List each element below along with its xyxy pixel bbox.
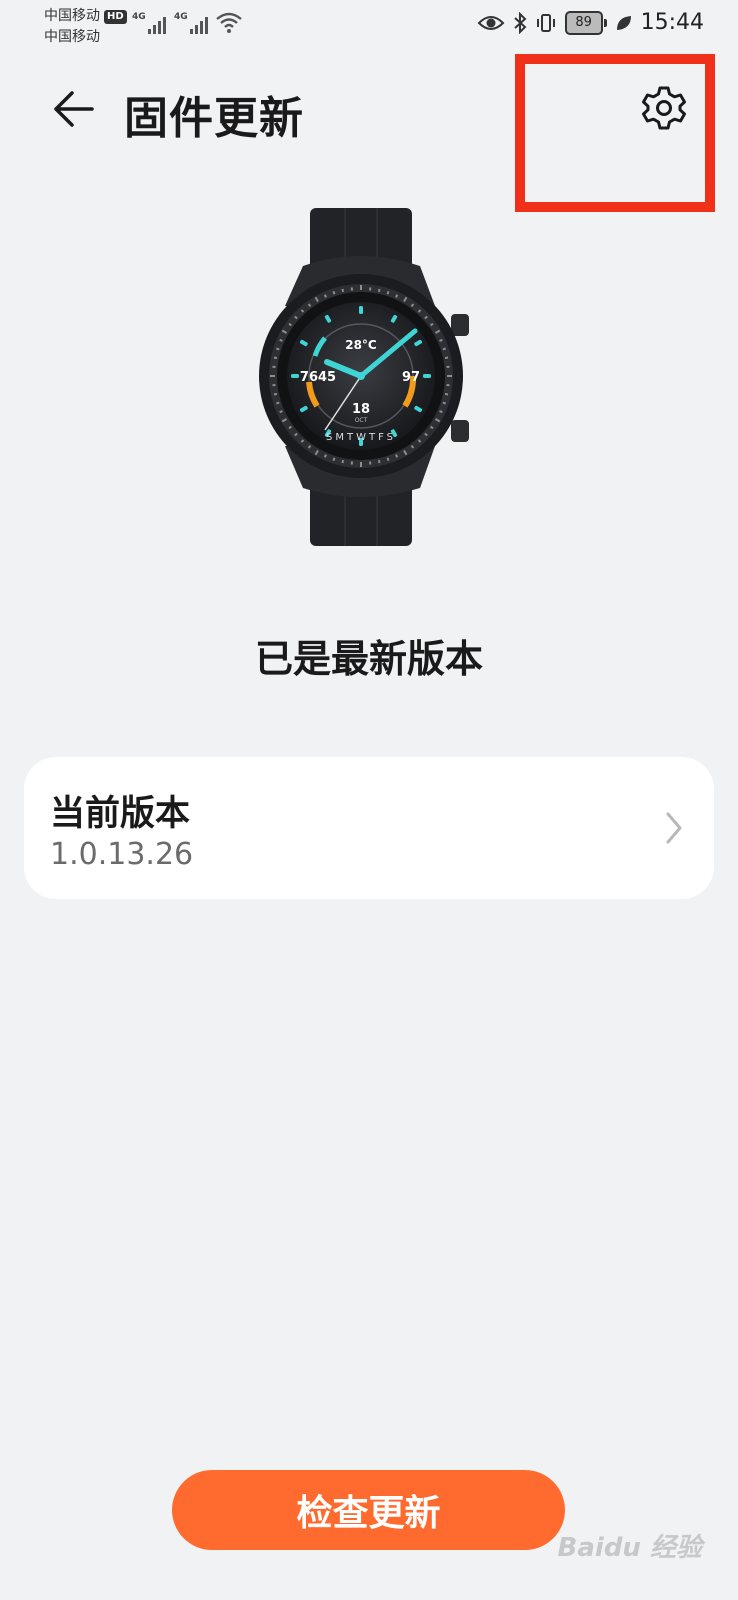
carrier-2: 中国移动	[44, 29, 100, 45]
baidu-watermark: Baidu 经验	[557, 1533, 702, 1563]
signal-indicators: 4G 4G	[132, 12, 242, 34]
battery-level: 89	[564, 10, 603, 35]
bluetooth-icon	[513, 11, 527, 34]
leaf-icon	[616, 15, 631, 30]
wifi-icon	[216, 12, 242, 33]
check-update-button[interactable]: 检查更新	[172, 1470, 565, 1550]
chevron-right-icon	[666, 812, 682, 844]
network-type-2: 4G	[174, 12, 188, 22]
network-type-1: 4G	[132, 12, 146, 22]
watch-heart-rate: 97	[402, 370, 420, 385]
current-version-label: 当前版本	[50, 794, 191, 834]
current-version-card[interactable]: 当前版本 1.0.13.26	[24, 757, 714, 899]
watch-temperature: 28°C	[345, 338, 377, 352]
watch-date-month: OCT	[355, 417, 368, 424]
watch-weekdays: SMTWTFS	[326, 432, 396, 443]
signal-2-icon: 4G	[174, 12, 208, 34]
back-arrow-icon[interactable]	[50, 86, 96, 132]
signal-1-icon: 4G	[132, 12, 166, 34]
battery-icon: 89	[564, 10, 607, 35]
page-title: 固件更新	[124, 93, 304, 144]
watch-date-day: 18	[352, 402, 370, 417]
hd-badge: HD	[104, 9, 127, 24]
update-status-text: 已是最新版本	[254, 637, 483, 681]
status-bar: 中国移动 HD 中国移动 4G 4G 89 15:44	[0, 0, 738, 52]
settings-gear-icon[interactable]	[640, 84, 688, 132]
smartwatch-image: 28°C 7645 97 18 OCT SMTWTFS	[259, 208, 469, 546]
carrier-1: 中国移动	[44, 8, 100, 24]
app-header: 固件更新	[0, 70, 738, 150]
vibrate-icon	[536, 13, 555, 32]
carrier-info: 中国移动 HD 中国移动	[44, 6, 127, 48]
current-version-value: 1.0.13.26	[50, 837, 194, 872]
eye-comfort-icon	[477, 15, 505, 30]
watch-steps: 7645	[300, 370, 336, 385]
clock-time: 15:44	[640, 10, 704, 35]
status-right: 89 15:44	[477, 10, 704, 35]
